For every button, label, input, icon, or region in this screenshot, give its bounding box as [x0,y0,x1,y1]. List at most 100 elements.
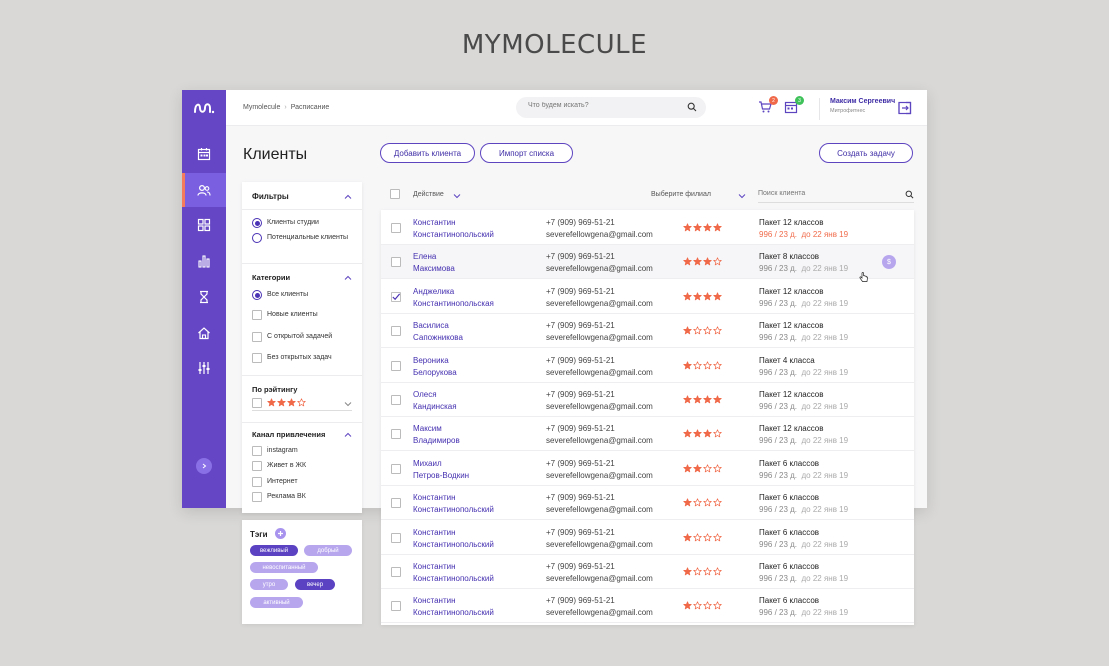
filter-client-studio[interactable]: Клиенты студии [252,218,319,228]
logo-icon[interactable] [193,99,215,117]
branch-select[interactable]: Выберите филиал [651,191,711,198]
row-checkbox[interactable] [391,463,401,474]
select-all-checkbox[interactable] [390,189,400,199]
sidebar-item-clients[interactable] [182,173,226,207]
client-name[interactable]: Константин Константинопольский [413,561,494,585]
logout-icon[interactable] [898,101,912,115]
rating-select[interactable] [252,398,352,411]
tag-chip[interactable]: добрый [304,545,352,556]
category-all[interactable]: Все клиенты [252,290,308,300]
client-name[interactable]: Максим Владимиров [413,423,460,447]
search-input[interactable] [528,102,678,109]
sidebar-item-stats[interactable] [182,244,226,278]
chevron-up-icon[interactable] [344,274,352,282]
sidebar-item-home[interactable] [182,316,226,350]
tag-chip[interactable]: вежливый [250,545,298,556]
table-row[interactable]: Константин Константинопольский +7 (909) 96… [381,555,914,589]
sidebar-item-calendar[interactable] [182,137,226,171]
package-until: до 22 янв 19 [801,333,849,343]
tag-chip[interactable]: вечер [295,579,335,590]
channel-instagram[interactable]: instagram [252,446,298,456]
create-task-button[interactable]: Создать задачу [819,143,913,163]
payment-button[interactable]: $ [882,255,896,270]
checkbox[interactable] [252,446,262,456]
checkbox[interactable] [252,353,262,363]
breadcrumb-home[interactable]: Mymolecule [243,104,280,111]
filter-client-potential[interactable]: Потенциальные клиенты [252,233,352,243]
category-open-task[interactable]: С открытой задачей [252,332,332,342]
table-row[interactable]: Константин Константинопольский +7 (909) 96… [381,521,914,555]
chevron-up-icon[interactable] [344,431,352,439]
row-checkbox[interactable] [391,532,401,543]
channel-internet[interactable]: Интернет [252,477,298,487]
client-name[interactable]: Елена Максимова [413,251,455,275]
table-row[interactable]: Олеся Кандинская +7 (909) 969-51-21 severef… [381,383,914,417]
table-row[interactable]: Михаил Петров-Водкин +7 (909) 969-51-21 sev… [381,452,914,486]
client-name[interactable]: Константин Константинопольский [413,492,494,516]
add-client-button[interactable]: Добавить клиента [380,143,475,163]
tag-chip[interactable]: невоспитанный [250,562,318,573]
client-name[interactable]: Анджелика Константинопольская [413,286,494,310]
table-row[interactable]: Елена Максимова +7 (909) 969-51-21 severefe… [381,245,914,283]
row-checkbox[interactable] [391,360,401,371]
checkbox[interactable] [252,477,262,487]
radio-unselected[interactable] [252,233,262,243]
checkbox[interactable] [252,398,262,408]
client-phone: +7 (909) 969-51-21 [546,424,615,434]
sidebar-item-dashboard[interactable] [182,208,226,242]
row-checkbox[interactable] [391,601,401,612]
table-row[interactable]: Константин Константинопольский +7 (909) 96… [381,486,914,521]
row-checkbox[interactable] [391,429,401,440]
sidebar-expand-button[interactable] [196,458,212,474]
table-row[interactable]: Максим Владимиров +7 (909) 969-51-21 severe… [381,417,914,452]
client-name[interactable]: Михаил Петров-Водкин [413,458,469,482]
search-icon[interactable] [687,102,697,112]
row-checkbox[interactable] [391,257,401,268]
category-no-task[interactable]: Без открытых задач [252,353,332,363]
table-row[interactable]: Василиса Сапожникова +7 (909) 969-51-21 sev… [381,314,914,349]
tag-chip[interactable]: активный [250,597,303,608]
client-name[interactable]: Константин Константинопольский [413,595,494,619]
checkbox[interactable] [252,332,262,342]
sidebar-item-settings[interactable] [182,351,226,385]
search-icon[interactable] [905,190,914,199]
cart-button[interactable]: 2 [758,96,778,116]
checkbox[interactable] [252,492,262,502]
checkbox[interactable] [252,461,262,471]
radio-selected[interactable] [252,290,262,300]
client-rating [683,223,722,232]
checkbox[interactable] [252,310,262,320]
client-search-input[interactable] [758,190,888,197]
category-new[interactable]: Новые клиенты [252,310,318,320]
table-row[interactable]: Константин Константинопольский +7 (909) 96… [381,211,914,245]
tag-chip[interactable]: утро [250,579,288,590]
row-checkbox[interactable] [391,395,401,405]
table-row[interactable]: Анджелика Константинопольская +7 (909) 969… [381,280,914,314]
row-checkbox[interactable] [391,223,401,233]
table-row[interactable]: Константин Константинопольский +7 (909) 96… [381,589,914,624]
sidebar-item-tasks[interactable] [182,280,226,314]
channel-zhk[interactable]: Живет в ЖК [252,461,306,471]
chevron-up-icon[interactable] [344,193,352,201]
calendar-notifications-button[interactable]: 3 [784,96,804,116]
chevron-down-icon[interactable] [453,192,461,200]
table-row[interactable]: Вероника Белорукова +7 (909) 969-51-21 seve… [381,349,914,383]
radio-selected[interactable] [252,218,262,228]
client-name[interactable]: Константин Константинопольский [413,527,494,551]
channel-vk-ads[interactable]: Реклама ВК [252,492,306,502]
client-name[interactable]: Вероника Белорукова [413,355,457,379]
add-tag-icon[interactable] [275,528,286,539]
row-checkbox[interactable] [391,326,401,337]
client-name[interactable]: Василиса Сапожникова [413,320,463,344]
user-profile[interactable]: Максим Сергеевич Митрофитнес [819,98,895,120]
chevron-down-icon[interactable] [738,192,746,200]
row-checkbox[interactable] [391,498,401,509]
row-checkbox[interactable] [391,291,401,302]
client-name[interactable]: Олеся Кандинская [413,389,457,413]
import-list-button[interactable]: Импорт списка [480,143,573,163]
client-rating [683,532,722,542]
row-checkbox[interactable] [391,567,401,577]
action-select[interactable]: Действие [413,191,444,198]
client-name[interactable]: Константин Константинопольский [413,217,494,241]
chevron-down-icon[interactable] [344,400,352,408]
